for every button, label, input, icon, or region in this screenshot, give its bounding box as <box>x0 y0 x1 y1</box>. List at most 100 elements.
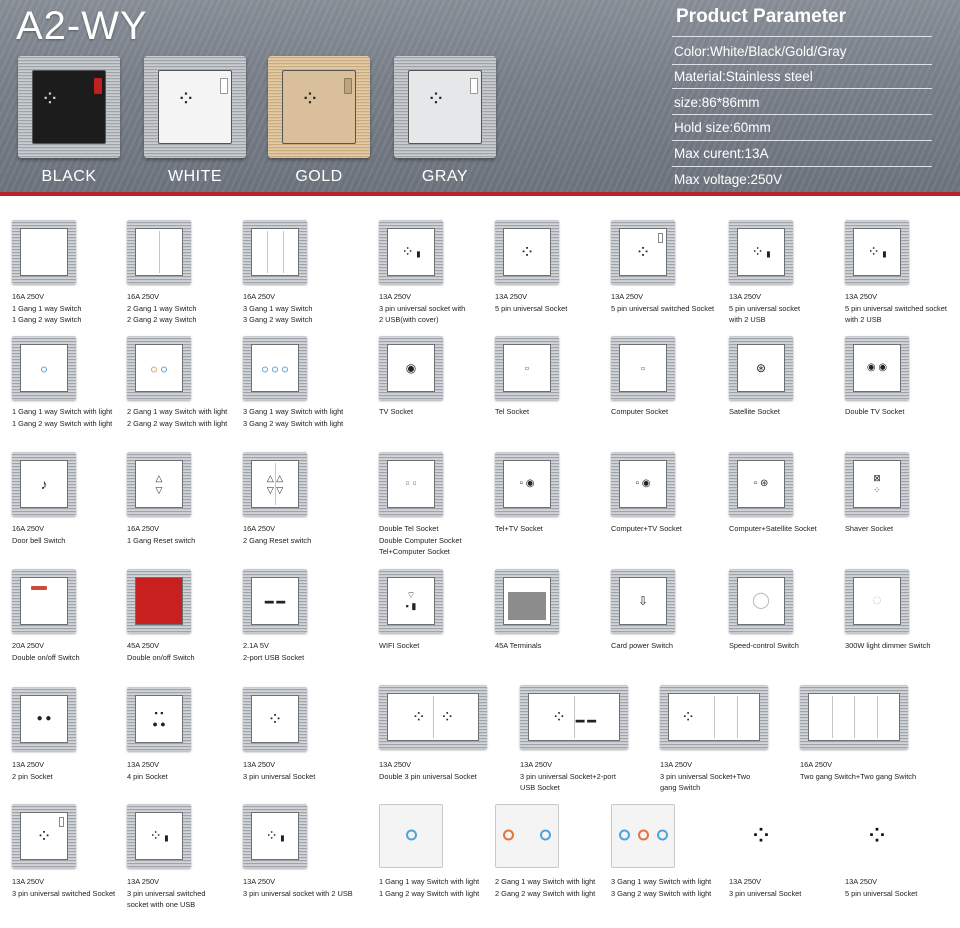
product-rating: 13A 250V <box>611 292 644 301</box>
product-caption: 13A 250V 5 pin universal socket with 2 USB <box>729 291 841 326</box>
product-rating: 13A 250V <box>12 877 45 886</box>
five-pin-socket-usb-icon: ⁘ ▮ <box>729 220 793 284</box>
product-rating: 13A 250V <box>12 760 45 769</box>
product-caption: Computer+Satellite Socket <box>729 523 841 535</box>
product-caption: 1 Gang 1 way Switch with light 1 Gang 2 w… <box>379 876 491 899</box>
product-caption: Computer Socket <box>611 406 723 418</box>
two-gang-two-gang-switch-icon <box>800 685 908 749</box>
three-gang-glass-switch-icon <box>611 804 675 868</box>
product-rating: 13A 250V <box>243 877 276 886</box>
product-header: A2-WY ⁘ BLACK ⁘ WHITE ⁘ GOLD ⁘ GRAY Prod… <box>0 0 960 192</box>
three-pin-module-icon: ⁘ <box>729 804 793 868</box>
param-material: Material:Stainless steel <box>674 69 813 84</box>
product-rating: 13A 250V <box>379 760 412 769</box>
product-caption: 13A 250V 3 pin universal switched socket w… <box>127 876 239 911</box>
product-rating: 13A 250V <box>243 760 276 769</box>
product-caption: 13A 250V 2 pin Socket <box>12 759 124 782</box>
product-name: 3 pin universal socket with 2 USB <box>243 888 353 898</box>
product-caption: 13A 250V 3 pin universal socket with 2 US… <box>243 876 355 899</box>
product-name: Double 3 pin universal Socket <box>379 771 477 781</box>
product-name: with 2 USB <box>845 315 882 324</box>
variant-white-image: ⁘ <box>144 56 246 158</box>
product-caption: WIFI Socket <box>379 640 491 652</box>
product-name: 300W light dimmer Switch <box>845 641 931 650</box>
product-name: with 2 USB <box>729 315 766 324</box>
product-name: Speed-control Switch <box>729 641 799 650</box>
product-rating: 16A 250V <box>243 524 276 533</box>
product-name: 3 Gang 1 way Switch <box>243 303 313 313</box>
param-color: Color:White/Black/Gold/Gray <box>674 44 847 59</box>
product-name: 1 Gang 1 way Switch with light <box>12 407 113 416</box>
product-rating: 16A 250V <box>243 292 276 301</box>
product-name: 3 Gang 2 way Switch with light <box>611 888 712 898</box>
three-pin-switched-socket-icon: ⁘ <box>12 804 76 868</box>
product-caption: Shaver Socket <box>845 523 957 535</box>
product-name: 2 Gang 1 way Switch with light <box>127 407 228 416</box>
tel-tv-socket-icon: ▫ ◉ <box>495 452 559 516</box>
product-caption: 2 Gang 1 way Switch with light 2 Gang 2 w… <box>495 876 607 899</box>
three-gang-light-switch-icon <box>243 336 307 400</box>
wifi-socket-icon: ⌔ ▪ ▮ <box>379 569 443 633</box>
product-caption: 13A 250V 3 pin universal Socket+Two gang S… <box>660 759 790 794</box>
card-power-switch-icon: ⇩ <box>611 569 675 633</box>
product-name: Double TV Socket <box>845 407 905 416</box>
product-caption: Tel Socket <box>495 406 607 418</box>
product-caption: 16A 250V 1 Gang Reset switch <box>127 523 239 546</box>
product-caption: 13A 250V Double 3 pin universal Socket <box>379 759 509 782</box>
two-pin-socket-icon: ● ● <box>12 687 76 751</box>
product-name: 1 Gang 1 way Switch with light <box>379 877 480 886</box>
product-name: 1 Gang 2 way Switch <box>12 315 82 324</box>
product-caption: 13A 250V 5 pin universal switched Socket <box>611 291 723 314</box>
product-name: Door bell Switch <box>12 535 66 545</box>
variant-gray-image: ⁘ <box>394 56 496 158</box>
product-name: 3 pin universal Socket <box>729 888 802 898</box>
product-name: 2 Gang Reset switch <box>243 535 312 545</box>
variant-label-gold: GOLD <box>295 168 343 185</box>
product-caption: 13A 250V 3 pin universal switched Socket <box>12 876 124 899</box>
product-caption: 300W light dimmer Switch <box>845 640 957 652</box>
three-pin-switched-one-usb-icon: ⁘ ▮ <box>127 804 191 868</box>
product-name: 5 pin universal switched Socket <box>611 303 715 313</box>
two-gang-switch-icon <box>127 220 191 284</box>
one-gang-switch-icon <box>12 220 76 284</box>
product-parameter-title: Product Parameter <box>676 6 847 27</box>
product-caption: Card power Switch <box>611 640 723 652</box>
product-name: 5 pin universal switched socket <box>845 303 947 313</box>
product-caption: 16A 250V 1 Gang 1 way Switch 1 Gang 2 way … <box>12 291 124 326</box>
product-name: 3 pin universal Socket <box>243 771 316 781</box>
product-rating: 13A 250V <box>495 292 528 301</box>
product-caption: 13A 250V 3 pin universal Socket <box>729 876 841 899</box>
product-rating: 16A 250V <box>12 292 45 301</box>
product-rating: 13A 250V <box>729 877 762 886</box>
product-caption: 13A 250V 5 pin universal Socket <box>845 876 957 899</box>
double-tv-socket-icon: ◉ ◉ <box>845 336 909 400</box>
product-name: 3 Gang 2 way Switch <box>243 315 313 324</box>
product-name: 3 pin universal socket with <box>379 303 466 313</box>
product-name: Double Tel Socket <box>379 524 439 533</box>
product-caption: 16A 250V 2 Gang Reset switch <box>243 523 355 546</box>
product-rating: 13A 250V <box>660 760 693 769</box>
product-caption: 45A 250V Double on/off Switch <box>127 640 239 663</box>
double-onoff-45a-icon <box>127 569 191 633</box>
one-gang-reset-icon: △ ▽ <box>127 452 191 516</box>
two-port-usb-icon: ▬ ▬ <box>243 569 307 633</box>
five-pin-socket-icon: ⁘ <box>495 220 559 284</box>
product-name: TV Socket <box>379 407 414 416</box>
product-name: 2 Gang 1 way Switch <box>127 303 197 313</box>
product-name: Tel+Computer Socket <box>379 547 450 556</box>
product-caption: 13A 250V 3 pin universal Socket <box>243 759 355 782</box>
universal-socket-usb-cover-icon: ⁘ ▮ <box>379 220 443 284</box>
product-caption: Computer+TV Socket <box>611 523 723 535</box>
double-three-pin-socket-icon: ⁘ ⁘ <box>379 685 487 749</box>
product-name: Double on/off Switch <box>127 652 195 662</box>
param-size: size:86*86mm <box>674 95 760 110</box>
product-name: 3 pin universal Socket+Two <box>660 771 751 781</box>
product-name: Computer+TV Socket <box>611 524 682 533</box>
product-rating: 13A 250V <box>845 877 878 886</box>
socket-usb-combo-icon: ⁘ ▬ ▬ <box>520 685 628 749</box>
product-caption: 2 Gang 1 way Switch with light 2 Gang 2 w… <box>127 406 239 429</box>
product-name: USB Socket <box>520 783 560 792</box>
product-rating: 13A 250V <box>127 877 160 886</box>
product-name: 2 Gang 2 way Switch <box>127 315 197 324</box>
product-rating: 13A 250V <box>520 760 553 769</box>
